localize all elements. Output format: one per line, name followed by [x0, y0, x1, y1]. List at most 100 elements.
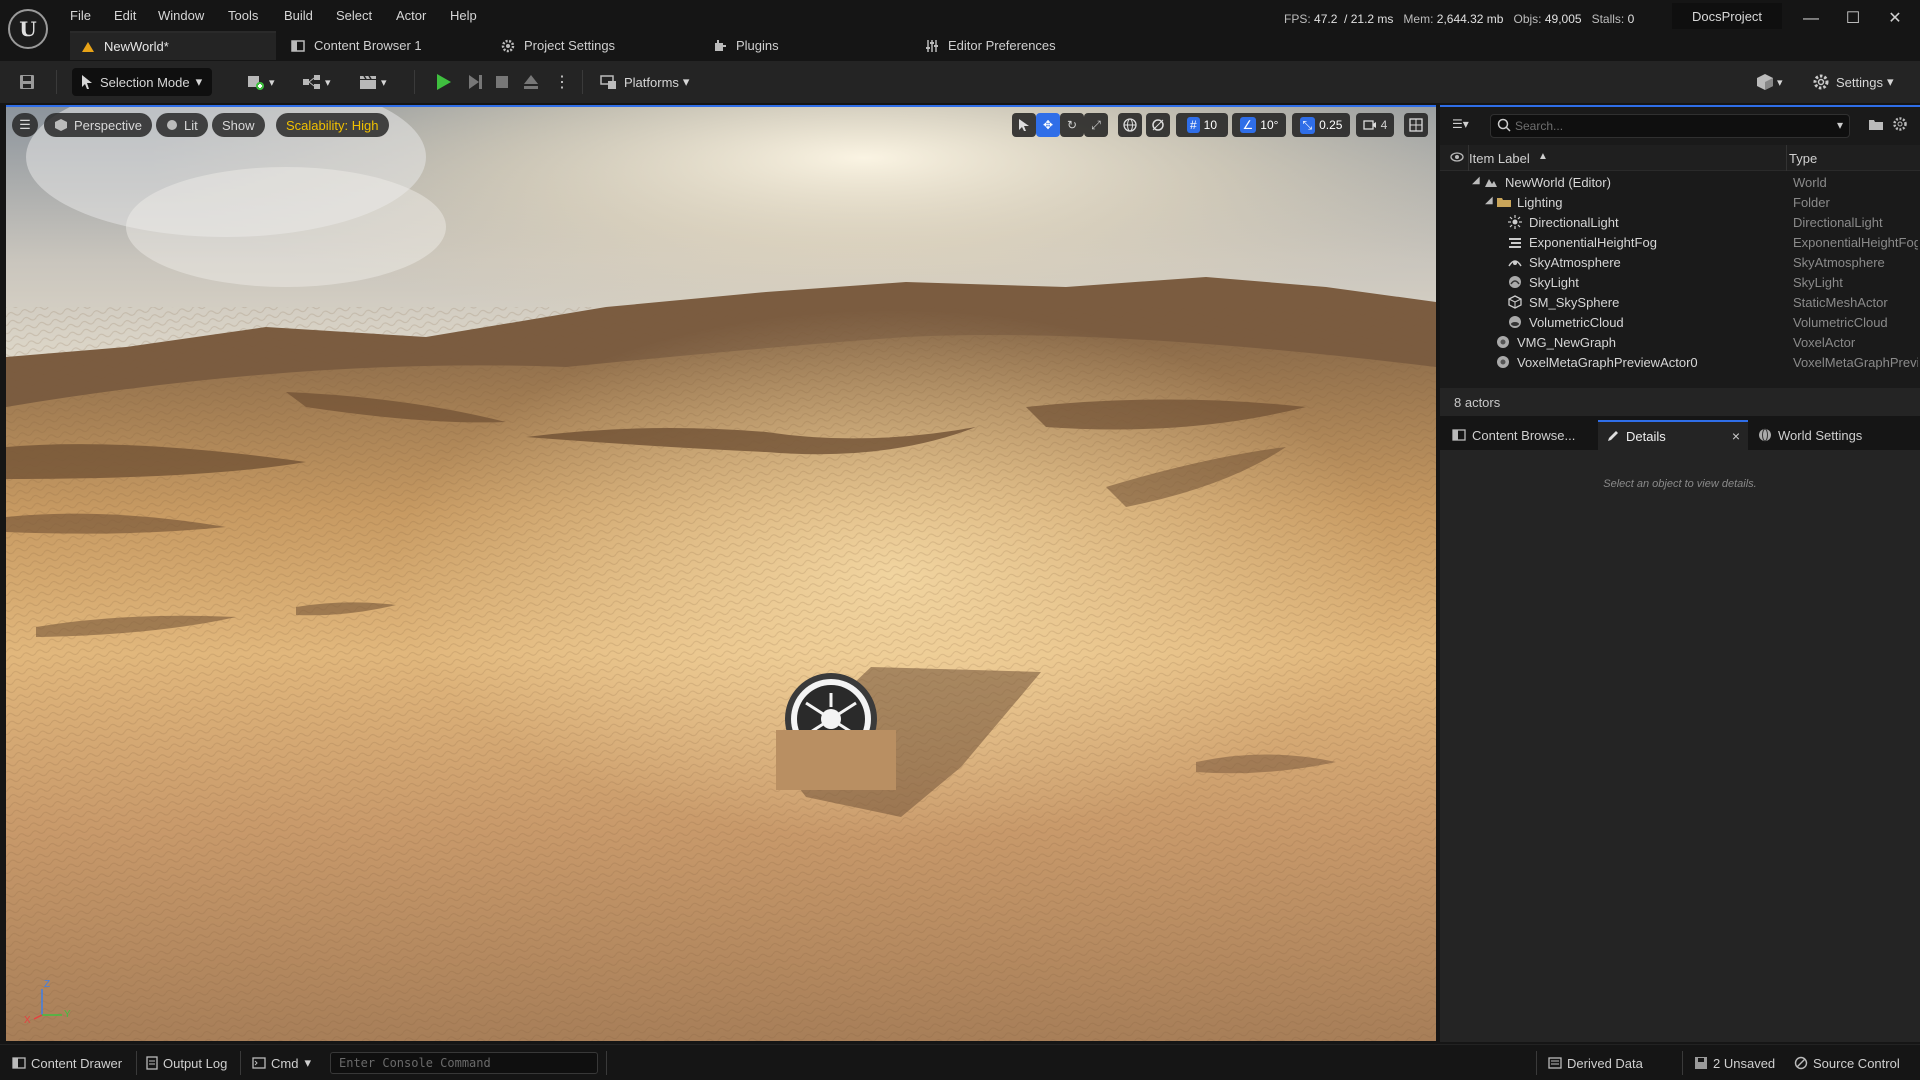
stop-button[interactable]: [494, 67, 518, 97]
camera-icon: [1363, 119, 1377, 131]
expand-arrow-icon[interactable]: ◢: [1485, 195, 1493, 206]
cursor-icon: [80, 74, 94, 90]
menu-file[interactable]: File: [66, 6, 95, 25]
chevron-down-icon[interactable]: ▾: [1837, 118, 1843, 132]
tab-editor-preferences[interactable]: Editor Preferences: [914, 31, 1094, 60]
close-window-button[interactable]: ✕: [1880, 6, 1910, 32]
rotation-snap-value: 10°: [1260, 118, 1279, 132]
outliner-search-input[interactable]: Search... ▾: [1490, 114, 1850, 138]
level-viewport[interactable]: ☰ Perspective Lit Show Scalability: High…: [6, 105, 1436, 1041]
blueprints-button[interactable]: ▾: [302, 67, 342, 97]
save-button[interactable]: [18, 67, 42, 97]
cursor-icon: [1018, 118, 1030, 132]
tab-project-settings-label: Project Settings: [524, 38, 616, 53]
translate-tool-button[interactable]: ✥: [1036, 113, 1060, 137]
outliner-row-newworld[interactable]: ◢ NewWorld (Editor) World: [1440, 173, 1920, 193]
tab-content-browser-panel[interactable]: Content Browse...: [1446, 420, 1596, 450]
objs-label: Objs:: [1513, 12, 1542, 26]
show-button[interactable]: Show: [212, 113, 265, 137]
search-placeholder: Search...: [1515, 119, 1564, 133]
objs-value: 49,005: [1544, 12, 1582, 26]
output-log-button[interactable]: Output Log: [146, 1053, 227, 1073]
advance-frame-button[interactable]: [466, 67, 490, 97]
filter-button[interactable]: ☰▾: [1452, 117, 1484, 135]
settings-dropdown[interactable]: Settings ▾: [1812, 67, 1908, 97]
menu-select[interactable]: Select: [332, 6, 376, 25]
eject-button[interactable]: [522, 67, 546, 97]
rotation-snap-button[interactable]: ∠ 10°: [1232, 113, 1286, 137]
play-button[interactable]: [434, 67, 458, 97]
outliner-row-volumetriccloud[interactable]: VolumetricCloud VolumetricCloud: [1440, 313, 1920, 333]
chevron-down-icon: ▾: [381, 76, 387, 89]
directional-light-icon: [1508, 215, 1524, 231]
menu-tools[interactable]: Tools: [224, 6, 262, 25]
console-command-input[interactable]: Enter Console Command: [330, 1052, 598, 1074]
platforms-icon: [600, 74, 618, 90]
scale-snap-button[interactable]: ⤡ 0.25: [1292, 113, 1350, 137]
outliner-row-lighting[interactable]: ◢ Lighting Folder: [1440, 193, 1920, 213]
output-log-icon: [146, 1056, 158, 1070]
outliner-settings-button[interactable]: [1892, 116, 1908, 132]
outliner-row-voxelmetagraphpreviewactor0[interactable]: VoxelMetaGraphPreviewActor0 VoxelMetaGra…: [1440, 353, 1920, 373]
menu-build[interactable]: Build: [280, 6, 317, 25]
camera-speed-button[interactable]: 4: [1356, 113, 1394, 137]
unreal-logo-icon[interactable]: U: [8, 9, 48, 49]
select-tool-button[interactable]: [1012, 113, 1036, 137]
cinematics-button[interactable]: ▾: [358, 67, 398, 97]
platforms-label: Platforms: [624, 74, 679, 90]
tab-plugins[interactable]: Plugins: [702, 31, 862, 60]
menu-help[interactable]: Help: [446, 6, 481, 25]
grid-snap-button[interactable]: # 10: [1176, 113, 1228, 137]
unsaved-button[interactable]: 2 Unsaved: [1694, 1053, 1775, 1073]
scalability-button[interactable]: Scalability: High: [276, 113, 389, 137]
tab-world-settings[interactable]: World Settings: [1752, 420, 1912, 450]
selection-mode-dropdown[interactable]: Selection Mode ▾: [72, 68, 212, 96]
outliner-row-sm-skysphere[interactable]: SM_SkySphere StaticMeshActor: [1440, 293, 1920, 313]
platforms-dropdown[interactable]: Platforms ▾: [600, 67, 700, 97]
close-icon[interactable]: ×: [1732, 428, 1740, 444]
outliner-row-skyatmosphere[interactable]: SkyAtmosphere SkyAtmosphere: [1440, 253, 1920, 273]
viewport-menu-button[interactable]: ☰: [12, 113, 38, 137]
content-drawer-button[interactable]: Content Drawer: [12, 1053, 122, 1073]
view-mode-button[interactable]: Lit: [156, 113, 208, 137]
perspective-button[interactable]: Perspective: [44, 113, 152, 137]
play-options-icon[interactable]: ⋮: [554, 67, 570, 97]
cmd-dropdown[interactable]: Cmd ▾: [252, 1053, 311, 1073]
rotate-tool-button[interactable]: ↻: [1060, 113, 1084, 137]
row-label: SkyLight: [1529, 275, 1579, 290]
menu-edit[interactable]: Edit: [110, 6, 140, 25]
add-actor-button[interactable]: ▾: [246, 67, 286, 97]
expand-arrow-icon[interactable]: ◢: [1472, 175, 1480, 186]
desert-scene[interactable]: [6, 107, 1436, 1041]
world-settings-tab-label: World Settings: [1778, 427, 1863, 443]
add-folder-button[interactable]: [1868, 117, 1884, 131]
minimize-button[interactable]: —: [1796, 6, 1826, 32]
type-column[interactable]: Type: [1789, 151, 1817, 166]
viewport-layout-button[interactable]: [1404, 113, 1428, 137]
save-icon: [18, 73, 36, 91]
axis-x-label: X: [24, 1015, 31, 1026]
row-type: VolumetricCloud: [1793, 315, 1888, 330]
item-label-column[interactable]: Item Label: [1469, 151, 1530, 166]
tab-newworld[interactable]: NewWorld*: [70, 31, 276, 60]
scale-tool-button[interactable]: ⤢: [1084, 113, 1108, 137]
frame-ms: / 21.2 ms: [1344, 12, 1394, 26]
world-local-toggle[interactable]: [1118, 113, 1142, 137]
outliner-row-skylight[interactable]: SkyLight SkyLight: [1440, 273, 1920, 293]
outliner-row-exponentialheightfog[interactable]: ExponentialHeightFog ExponentialHeightFo…: [1440, 233, 1920, 253]
chevron-down-icon: ▾: [325, 76, 331, 89]
menu-window[interactable]: Window: [154, 6, 208, 25]
source-control-button[interactable]: Source Control: [1794, 1053, 1900, 1073]
derived-data-button[interactable]: Derived Data: [1548, 1053, 1643, 1073]
menu-actor[interactable]: Actor: [392, 6, 430, 25]
surface-snap-button[interactable]: [1146, 113, 1170, 137]
visibility-eye-icon[interactable]: [1450, 151, 1464, 163]
world-outliner: ☰▾ Search... ▾ Item Label ▲ Type ◢ NewWo…: [1440, 105, 1920, 416]
outliner-row-vmg-newgraph[interactable]: VMG_NewGraph VoxelActor: [1440, 333, 1920, 353]
tab-project-settings[interactable]: Project Settings: [490, 31, 690, 60]
tab-content-browser[interactable]: Content Browser 1: [280, 31, 480, 60]
tab-details[interactable]: Details ×: [1598, 420, 1748, 450]
maximize-button[interactable]: ☐: [1838, 6, 1868, 32]
outliner-row-directionallight[interactable]: DirectionalLight DirectionalLight: [1440, 213, 1920, 233]
modes-dropdown[interactable]: ▾: [1756, 67, 1796, 97]
